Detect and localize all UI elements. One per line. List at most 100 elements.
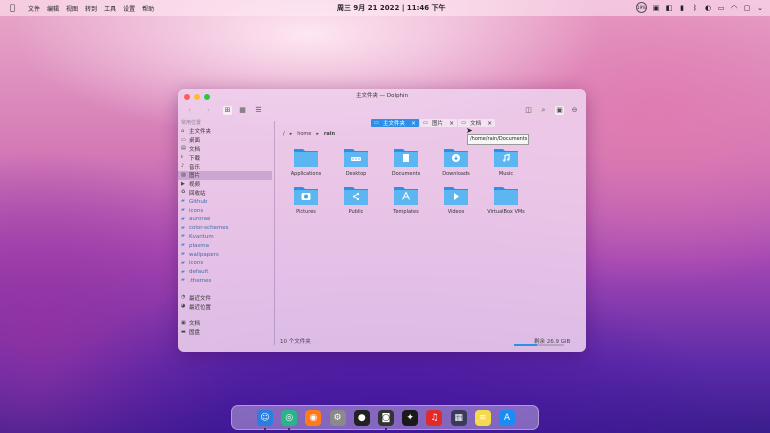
sidebar-item[interactable]: ▰ wallpapers (178, 250, 274, 259)
menu-help[interactable]: 帮助 (142, 4, 154, 13)
dropdown-icon[interactable]: ⌄ (756, 4, 764, 12)
sidebar-item[interactable]: ▰ .themes (178, 277, 274, 286)
sidebar-item[interactable]: ◕ 最近位置 (178, 302, 274, 311)
file-item[interactable]: Desktop (331, 145, 381, 177)
file-item[interactable]: Downloads (431, 145, 481, 177)
sidebar-item[interactable]: ◔ 最近文件 (178, 293, 274, 302)
sidebar-item[interactable]: ▰ Kvantum (178, 233, 274, 242)
menu-view[interactable]: 视图 (66, 4, 78, 13)
wifi-icon[interactable]: ◠ (730, 4, 738, 12)
panel-divider[interactable] (274, 121, 275, 345)
close-tab-icon[interactable]: × (411, 120, 416, 127)
close-tab-icon[interactable]: × (487, 120, 492, 127)
monitor-icon[interactable]: ▣ (652, 4, 660, 12)
close-tab-icon[interactable]: × (449, 120, 454, 127)
cpu-usage-indicator[interactable]: 19% (636, 2, 647, 13)
breadcrumb-current[interactable]: rain (324, 131, 335, 137)
display-icon[interactable]: ▢ (743, 4, 751, 12)
icon-view-button[interactable]: ⊞ (223, 106, 232, 115)
github-icon[interactable]: ● (353, 410, 370, 426)
file-item[interactable]: Documents (381, 145, 431, 177)
tab-2[interactable]: ▭ 文档 × (458, 119, 496, 127)
sidebar-item[interactable]: ▨ 图片 (178, 170, 272, 180)
sidebar-item[interactable]: ▰ icons (178, 259, 274, 268)
sidebar-item-label: 主文件夹 (189, 129, 212, 136)
back-button[interactable]: ‹ (185, 106, 194, 115)
settings-icon[interactable]: ⚙ (329, 410, 346, 426)
sidebar-item[interactable]: ⭳ 下载 (178, 153, 274, 162)
theme-icon[interactable]: ◐ (704, 4, 712, 12)
breadcrumb-home[interactable]: home (297, 131, 311, 137)
sidebar-item[interactable]: ▰ Github (178, 197, 274, 206)
sidebar-item[interactable]: ▰ plasma (178, 241, 274, 250)
menu-go[interactable]: 转到 (85, 4, 97, 13)
sidebar-item[interactable]: ▤ 文档 (178, 145, 274, 154)
folder-icon: ▰ (181, 215, 185, 222)
battery-full-icon[interactable]: ▭ (717, 4, 725, 12)
tab-label: 图片 (432, 121, 444, 127)
app-grid-icon[interactable]: ▦ (450, 410, 467, 426)
file-item[interactable]: Videos (431, 183, 481, 215)
sidebar-item[interactable]: ▬ 固盘 (178, 328, 274, 337)
menu-settings[interactable]: 设置 (123, 4, 135, 13)
sidebar-item[interactable]: ▰ aurorae (178, 215, 274, 224)
sidebar-item[interactable]: ▰ icons (178, 206, 274, 215)
battery-icon[interactable]: ▮ (678, 4, 686, 12)
file-item[interactable]: Applications (281, 145, 331, 177)
file-item[interactable]: VirtualBox VMs (481, 183, 531, 215)
maximize-button[interactable] (204, 94, 210, 100)
file-item[interactable]: Public (331, 183, 381, 215)
more-options-icon[interactable]: ⊖ (570, 106, 579, 115)
video-capture-icon[interactable]: ◙ (378, 410, 394, 426)
safari-icon[interactable]: ✦ (402, 410, 419, 426)
compact-view-button[interactable]: ▦ (238, 106, 247, 115)
split-view-icon[interactable]: ◫ (524, 106, 533, 115)
file-item[interactable]: Music (481, 145, 531, 177)
preview-icon[interactable]: ▣ (555, 106, 564, 115)
sidebar-item[interactable]: ▭ 桌面 (178, 136, 274, 145)
menu-file[interactable]: 文件 (28, 4, 40, 13)
close-button[interactable] (184, 94, 190, 100)
window-controls (184, 94, 210, 100)
sidebar-item-label: default (189, 269, 209, 276)
titlebar[interactable]: 主文件夹 — Dolphin (178, 89, 586, 104)
file-label: Pictures (296, 209, 316, 215)
breadcrumb-root[interactable]: / (283, 131, 285, 137)
firefox-icon[interactable]: ◉ (305, 410, 322, 426)
file-item[interactable]: Pictures (281, 183, 331, 215)
breadcrumb-arrow-icon: ▸ (289, 131, 293, 137)
menu-tools[interactable]: 工具 (104, 4, 116, 13)
menu-edit[interactable]: 编辑 (47, 4, 59, 13)
sidebar-item[interactable]: ⌂ 主文件夹 (178, 127, 274, 136)
notes-icon[interactable]: ≡ (474, 410, 491, 426)
appstore-icon[interactable]: A (499, 410, 515, 426)
folder-icon: ▰ (181, 207, 185, 214)
search-icon[interactable]: ⌕ (539, 106, 548, 115)
clock[interactable]: 周三 9月 21 2022 | 11:46 下午 (337, 3, 446, 13)
apple-icon[interactable]:  (10, 4, 18, 12)
folder-icon: ▰ (181, 224, 185, 231)
finder-icon[interactable]: ☺ (257, 410, 273, 426)
sidebar-item[interactable]: ♻ 回收站 (178, 189, 274, 198)
music-player-icon[interactable]: ♫ (426, 410, 443, 426)
browser-icon[interactable]: ◎ (281, 410, 298, 426)
package-icon[interactable]: ◧ (665, 4, 673, 12)
places-list: ⌂ 主文件夹 ▭ 桌面 ▤ 文档 ⭳ 下载 ♪ 音乐 ▨ 图片 ▶ 视频 ♻ 回收站 ▰ Github ▰ icons… (178, 127, 274, 285)
sidebar-item[interactable]: ♪ 音乐 (178, 162, 274, 171)
folder-icon: ▰ (181, 198, 185, 205)
sidebar-item[interactable]: ▰ color-schemes (178, 224, 274, 233)
file-item[interactable]: Templates (381, 183, 431, 215)
forward-button[interactable]: › (204, 106, 213, 115)
sidebar-item-label: Kvantum (189, 233, 214, 240)
tab-0[interactable]: ▭ 主文件夹 × (371, 119, 420, 127)
sidebar-item[interactable]: ▶ 视频 (178, 180, 274, 189)
sidebar-item-label: 固盘 (189, 330, 201, 337)
tab-1[interactable]: ▭ 图片 × (420, 119, 458, 127)
minimize-button[interactable] (194, 94, 200, 100)
bluetooth-icon[interactable]: ᛒ (691, 4, 699, 12)
sidebar-item[interactable]: ▣ 文档 (178, 319, 274, 328)
details-view-button[interactable]: ☰ (254, 106, 263, 115)
sidebar-item-label: aurorae (189, 216, 211, 223)
sidebar-item[interactable]: ▰ default (178, 268, 274, 277)
recent-locations-icon: ◕ (181, 303, 186, 310)
